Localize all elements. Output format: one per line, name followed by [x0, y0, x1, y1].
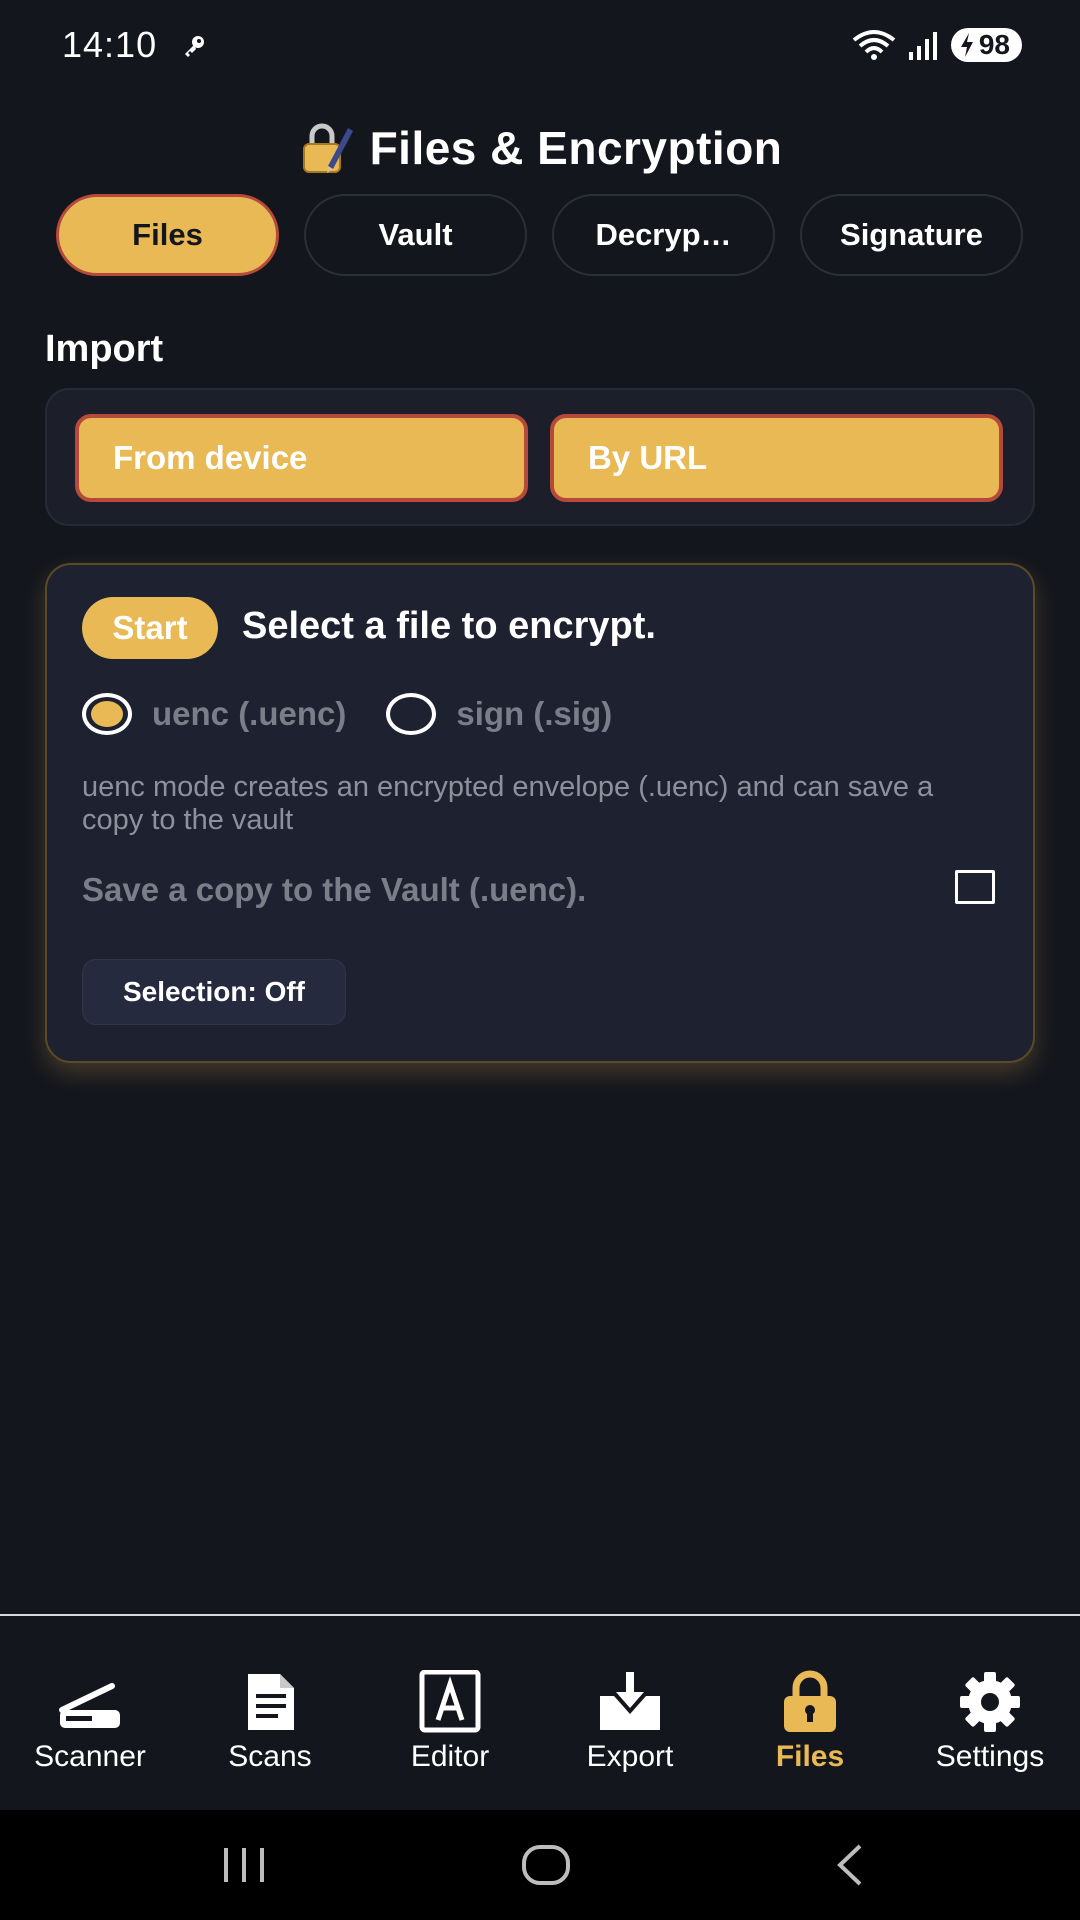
nav-item-settings[interactable]: Settings [900, 1616, 1080, 1810]
nav-item-scans[interactable]: Scans [180, 1616, 360, 1810]
selection-chip[interactable]: Selection: Off [82, 959, 346, 1025]
nav-label-settings: Settings [935, 1740, 1045, 1773]
gear-icon [960, 1672, 1020, 1732]
nav-label-scanner: Scanner [34, 1740, 146, 1773]
nav-item-files[interactable]: Files [720, 1616, 900, 1810]
from-device-button[interactable]: From device [75, 414, 528, 502]
tab-decryption[interactable]: Decryp… [552, 194, 775, 276]
lock-with-pen-icon [302, 123, 353, 173]
nav-label-files: Files [775, 1740, 845, 1773]
system-navigation-bar [0, 1810, 1080, 1920]
recent-apps-icon[interactable] [214, 1840, 274, 1890]
wifi-icon [852, 30, 896, 60]
nav-item-export[interactable]: Export [540, 1616, 720, 1810]
mode-radio-group: uenc (.uenc) sign (.sig) [82, 693, 652, 735]
tab-signature[interactable]: Signature [800, 194, 1023, 276]
start-card-title: Select a file to encrypt. [242, 605, 656, 647]
signal-icon [908, 32, 937, 60]
import-section-title: Import [45, 328, 164, 370]
back-icon[interactable] [820, 1840, 880, 1890]
radio-label-sign: sign (.sig) [456, 695, 613, 732]
tab-bar: Files Vault Decryp… Signature [56, 194, 1024, 276]
scanner-icon [59, 1683, 120, 1728]
radio-button-uenc[interactable] [82, 693, 132, 735]
export-tray-icon [600, 1672, 660, 1730]
page-title: Files & Encryption [369, 122, 783, 174]
battery-indicator: 98 [950, 28, 1022, 62]
bottom-navigation: Scanner Scans Editor Export Files Settin… [0, 1614, 1080, 1810]
nav-label-editor: Editor [410, 1740, 490, 1773]
home-icon[interactable] [516, 1840, 576, 1890]
key-icon [185, 36, 204, 57]
radio-option-sign[interactable]: sign (.sig) [386, 693, 612, 735]
radio-button-sign[interactable] [386, 693, 437, 735]
tab-files[interactable]: Files [56, 194, 279, 276]
battery-charging-icon [960, 33, 973, 57]
mode-description: uenc mode creates an encrypted envelope … [82, 771, 934, 836]
status-bar: 14:10 98 [0, 0, 1080, 92]
status-time: 14:10 [62, 24, 158, 65]
nav-item-editor[interactable]: Editor [360, 1616, 540, 1810]
battery-level: 98 [978, 29, 1010, 60]
start-badge: Start [82, 597, 218, 659]
by-url-button[interactable]: By URL [550, 414, 1003, 502]
nav-label-scans: Scans [228, 1740, 312, 1773]
text-box-icon [419, 1670, 481, 1733]
encrypt-start-card: Start Select a file to encrypt. uenc (.u… [45, 563, 1035, 1063]
nav-item-scanner[interactable]: Scanner [0, 1616, 180, 1810]
vault-copy-checkbox[interactable] [955, 870, 995, 904]
vault-copy-label: Save a copy to the Vault (.uenc). [82, 871, 587, 908]
status-icons: 98 [851, 28, 1022, 62]
document-icon [248, 1674, 294, 1730]
radio-selected-dot [91, 701, 123, 727]
import-card: From device By URL [45, 388, 1035, 526]
radio-option-uenc[interactable]: uenc (.uenc) [82, 693, 346, 735]
radio-label-uenc: uenc (.uenc) [152, 695, 347, 732]
nav-label-export: Export [586, 1740, 674, 1773]
lock-icon [784, 1670, 836, 1732]
tab-vault[interactable]: Vault [304, 194, 527, 276]
header: Files & Encryption [0, 120, 1080, 181]
